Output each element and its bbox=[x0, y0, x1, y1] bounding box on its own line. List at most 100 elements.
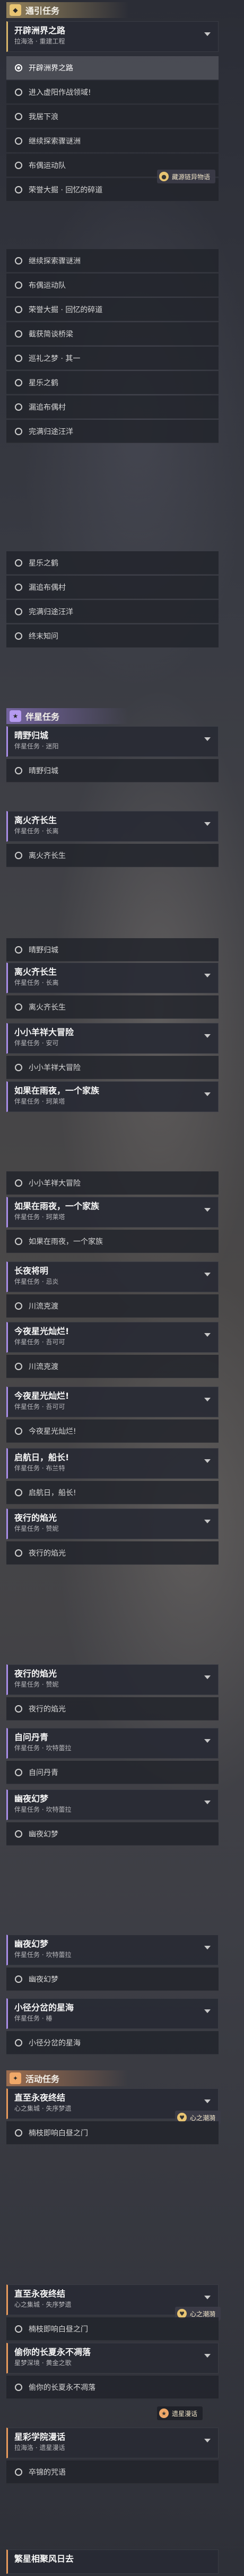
quest-subtitle: 伴星任务 · 忌炎 bbox=[14, 1278, 59, 1285]
radio-icon bbox=[15, 186, 22, 193]
step-label: 漏追布偶村 bbox=[29, 403, 66, 412]
quest-step[interactable]: 星乐之鹤 bbox=[6, 371, 219, 394]
quest-step[interactable]: 离火齐长生 bbox=[6, 844, 219, 867]
quest-card[interactable]: 夜行的焰光伴星任务 · 赞妮 bbox=[6, 1664, 219, 1695]
chevron-down-icon bbox=[204, 1946, 211, 1949]
quest-card[interactable]: 离火齐长生 伴星任务 · 长离 bbox=[6, 811, 219, 842]
quest-title: 直至永夜终结 bbox=[14, 2093, 66, 2103]
step-label: 如果在雨夜，一个家族 bbox=[29, 1237, 103, 1246]
quest-card[interactable]: 偷你的长夏永不凋落 星梦深境 · 黄金之歌 bbox=[6, 2343, 219, 2374]
quest-title: 星彩学院漫话 bbox=[14, 2432, 66, 2442]
quest-step[interactable]: 今夜星光灿烂! bbox=[6, 1419, 219, 1443]
quest-card[interactable]: 启航日，船长! 伴星任务 · 布兰特 bbox=[6, 1448, 219, 1479]
quest-subtitle: 伴星任务 · 坎特蕾拉 bbox=[14, 1951, 72, 1959]
quest-card[interactable]: 如果在雨夜，一个家族 伴星任务 · 珂莱塔 bbox=[6, 1197, 219, 1228]
chevron-down-icon bbox=[204, 2439, 211, 2442]
radio-icon bbox=[15, 607, 22, 615]
quest-step[interactable]: 偷你的长夏永不凋落 bbox=[6, 2376, 219, 2399]
quest-title: 直至永夜终结 bbox=[14, 2289, 66, 2299]
quest-step[interactable]: 夜行的焰光 bbox=[6, 1541, 219, 1565]
quest-card[interactable]: 今夜星光灿烂! 伴星任务 · 吾可可 bbox=[6, 1322, 219, 1353]
quest-step[interactable]: 楠枝即响白昼之门 bbox=[6, 2317, 219, 2341]
quest-step[interactable]: 进入虚阳作战领域! bbox=[6, 81, 219, 104]
quest-step[interactable]: 漏追布偶村 bbox=[6, 395, 219, 419]
quest-card[interactable]: 幽夜幻梦 伴星任务 · 坎特蕾拉 bbox=[6, 1935, 219, 1965]
radio-icon bbox=[15, 64, 22, 72]
quest-card[interactable]: 晴野归城 伴星任务 · 迷阳 bbox=[6, 726, 219, 757]
quest-step[interactable]: 幽夜幻梦 bbox=[6, 1822, 219, 1846]
quest-step[interactable]: 晴野归城 bbox=[6, 759, 219, 782]
radio-icon bbox=[15, 1063, 22, 1071]
quest-card[interactable]: 星彩学院漫话 拉海洛 · 遗星漫话 bbox=[6, 2428, 219, 2458]
quest-step[interactable]: 幽夜幻梦 bbox=[6, 1968, 219, 1991]
quest-step[interactable]: 川流克渡 bbox=[6, 1355, 219, 1378]
chevron-down-icon bbox=[204, 1675, 211, 1679]
quest-step[interactable]: 小径分岔的星海 bbox=[6, 2031, 219, 2054]
quest-card[interactable]: 离火齐长生 伴星任务 · 长离 bbox=[6, 963, 219, 993]
quest-card[interactable]: 小小羊祥大冒险 伴星任务 · 安可 bbox=[6, 1023, 219, 1054]
quest-card[interactable]: 如果在雨夜，一个家族 伴星任务 · 珂莱塔 bbox=[6, 1081, 219, 1112]
radio-icon bbox=[15, 1488, 22, 1496]
quest-title: 晴野归城 bbox=[14, 730, 49, 740]
quest-card[interactable]: 繁星相聚风日去 bbox=[6, 2549, 219, 2574]
quest-step[interactable]: 如果在雨夜，一个家族 bbox=[6, 1230, 219, 1253]
section-label: 伴星任务 bbox=[25, 712, 60, 722]
tag-text: 心之潮漪 bbox=[190, 2310, 216, 2318]
quest-step[interactable]: 漏追布偶村 bbox=[6, 576, 219, 599]
section-label: 活动任务 bbox=[25, 2074, 60, 2084]
quest-step[interactable]: 开辟洲界之路 bbox=[6, 56, 219, 80]
quest-title: 开辟洲界之路 bbox=[14, 25, 66, 36]
radio-icon bbox=[15, 1830, 22, 1838]
quest-subtitle: 伴星任务 · 椿 bbox=[14, 2015, 53, 2022]
section-header-main[interactable]: ◆ 通引任务 bbox=[6, 2, 128, 18]
tag-label[interactable]: ★ 遗星漫话 bbox=[157, 2406, 203, 2420]
quest-step[interactable]: 我居下浪 bbox=[6, 105, 219, 128]
step-label: 今夜星光灿烂! bbox=[29, 1427, 76, 1436]
radio-icon bbox=[15, 1237, 22, 1245]
quest-step[interactable]: 星乐之鹤 bbox=[6, 551, 219, 575]
quest-step[interactable]: 荣誉大掘 · 回忆的碎道 bbox=[6, 298, 219, 321]
chevron-down-icon bbox=[204, 1801, 211, 1804]
quest-step[interactable]: 离火齐长生 bbox=[6, 995, 219, 1019]
quest-step[interactable]: 楠枝即响白昼之门 bbox=[6, 2121, 219, 2145]
quest-icon: ◆ bbox=[10, 4, 21, 16]
star-icon: ★ bbox=[10, 710, 21, 722]
quest-step[interactable]: 川流克渡 bbox=[6, 1294, 219, 1318]
quest-subtitle: 伴星任务 · 赞妮 bbox=[14, 1681, 59, 1688]
quest-title: 繁星相聚风日去 bbox=[14, 2554, 74, 2564]
quest-step[interactable]: 继续探索骤谜洲 bbox=[6, 249, 219, 272]
quest-title: 如果在雨夜，一个家族 bbox=[14, 1201, 100, 1211]
section-header-companion[interactable]: ★ 伴星任务 bbox=[6, 708, 128, 724]
quest-card[interactable]: 小径分岔的星海 伴星任务 · 椿 bbox=[6, 1998, 219, 2029]
quest-step[interactable]: 晴野归城 bbox=[6, 938, 219, 961]
quest-step[interactable]: 启航日，船长! bbox=[6, 1481, 219, 1504]
quest-subtitle: 伴星任务 · 坎特蕾拉 bbox=[14, 1744, 72, 1752]
quest-card[interactable]: 长夜将明 伴星任务 · 忌炎 bbox=[6, 1261, 219, 1292]
quest-step[interactable]: 完满归途汪洋 bbox=[6, 420, 219, 443]
chevron-down-icon bbox=[204, 1092, 211, 1096]
quest-step[interactable]: 布偶运动队 bbox=[6, 274, 219, 297]
quest-title: 夜行的焰光 bbox=[14, 1669, 57, 1679]
section-header-event[interactable]: ✦ 活动任务 bbox=[6, 2070, 128, 2086]
quest-subtitle: 伴星任务 · 吾可可 bbox=[14, 1403, 65, 1410]
quest-step[interactable]: 终末知问 bbox=[6, 624, 219, 648]
quest-card[interactable]: 今夜星光灿烂! 伴星任务 · 吾可可 bbox=[6, 1387, 219, 1417]
quest-subtitle: 伴星任务 · 长离 bbox=[14, 979, 59, 986]
quest-step[interactable]: 截获简谈桥梁 bbox=[6, 322, 219, 346]
quest-card[interactable]: 幽夜幻梦 伴星任务 · 坎特蕾拉 bbox=[6, 1789, 219, 1820]
quest-step[interactable]: 继续探索骤谜洲 bbox=[6, 129, 219, 153]
quest-step[interactable]: 巡礼之梦 · 其一 bbox=[6, 347, 219, 370]
quest-step[interactable]: 完满归途汪洋 bbox=[6, 600, 219, 623]
step-label: 夜行的焰光 bbox=[29, 1705, 66, 1714]
step-label: 截获简谈桥梁 bbox=[29, 330, 73, 339]
quest-card[interactable]: 自问丹青 伴星任务 · 坎特蕾拉 bbox=[6, 1728, 219, 1759]
quest-card-main[interactable]: 开辟洲界之路 拉海洛 · 重建工程 bbox=[6, 21, 219, 52]
step-label: 巡礼之梦 · 其一 bbox=[29, 354, 81, 363]
quest-step[interactable]: 夜行的焰光 bbox=[6, 1697, 219, 1721]
tag-label[interactable]: ● 藏源链异物语 bbox=[157, 170, 216, 183]
quest-step[interactable]: 卒锦的咒语 bbox=[6, 2460, 219, 2484]
quest-step[interactable]: 小小羊祥大冒险 bbox=[6, 1056, 219, 1079]
quest-step[interactable]: 小小羊祥大冒险 bbox=[6, 1171, 219, 1195]
quest-card[interactable]: 夜行的焰光 伴星任务 · 赞妮 bbox=[6, 1508, 219, 1539]
quest-step[interactable]: 自问丹青 bbox=[6, 1761, 219, 1784]
